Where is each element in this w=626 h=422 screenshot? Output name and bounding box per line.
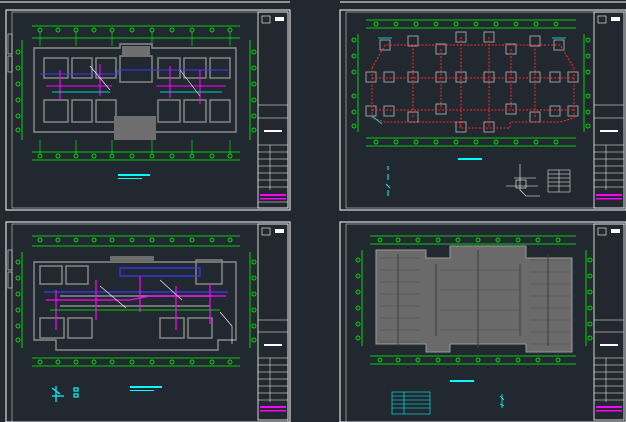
- drawing-caption: [118, 174, 150, 176]
- stair-block: [114, 116, 156, 140]
- roof-plan[interactable]: [375, 245, 573, 353]
- cad-drawing-canvas[interactable]: [0, 0, 626, 422]
